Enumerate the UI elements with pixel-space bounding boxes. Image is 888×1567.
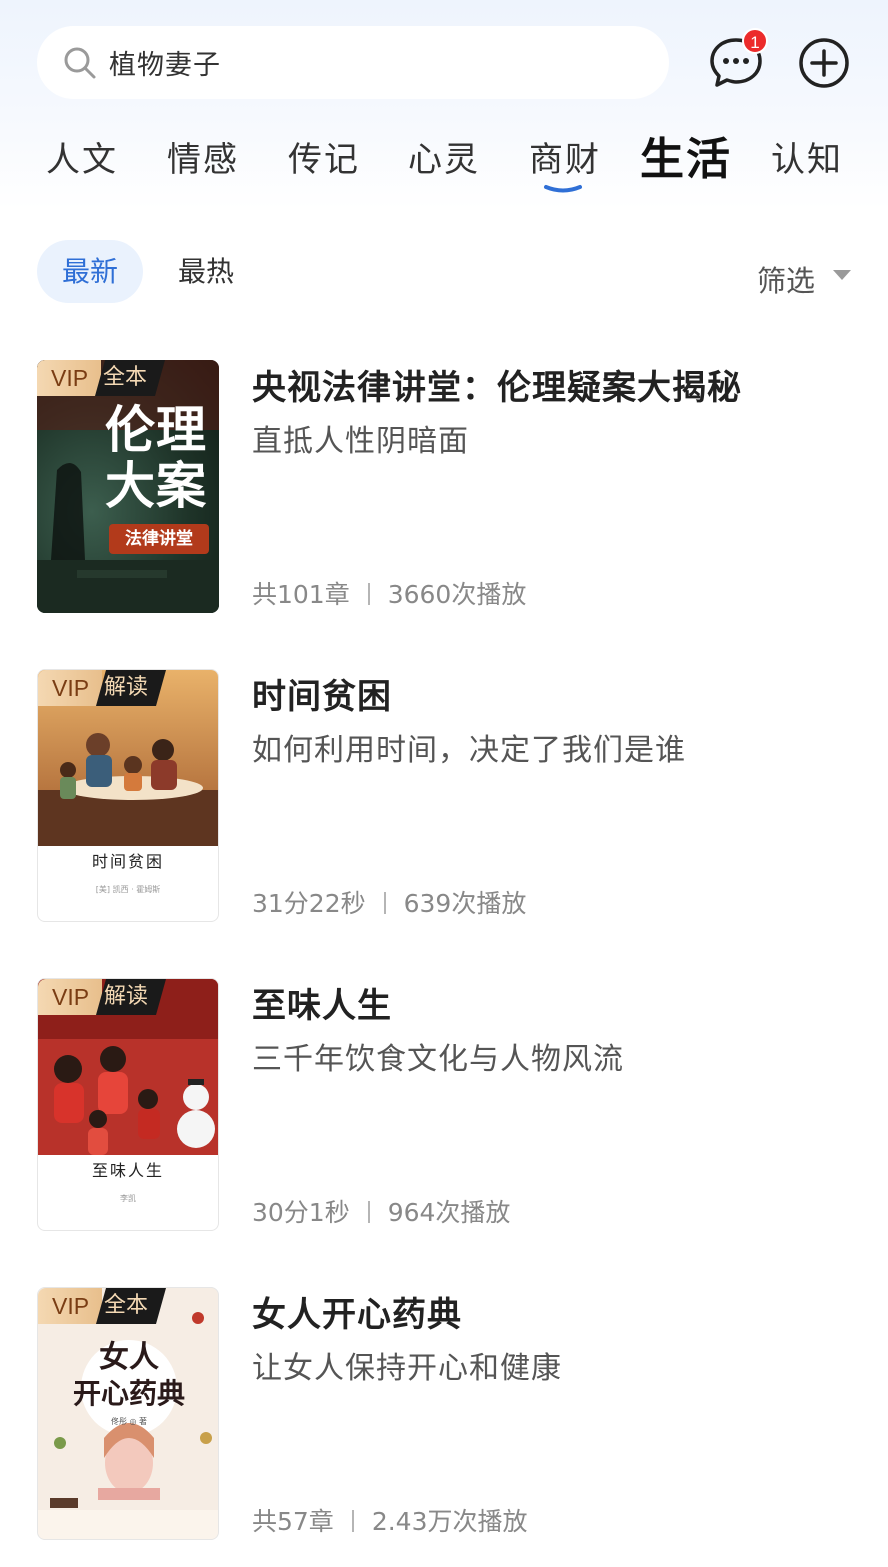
cover-author: 李凯 xyxy=(120,1194,136,1203)
tab-shangcai[interactable]: 商财 xyxy=(529,132,601,181)
item-plays: 3660次播放 xyxy=(387,580,527,609)
tab-renzhi[interactable]: 认知 xyxy=(771,132,843,181)
tab-shenghuo[interactable]: 生活 xyxy=(640,123,732,187)
cover-title: 至味人生 xyxy=(91,1161,164,1180)
sort-row: 最新 最热 筛选 xyxy=(0,240,888,304)
item-title: 央视法律讲堂：伦理疑案大揭秘 xyxy=(252,368,742,408)
item-title: 女人开心药典 xyxy=(252,1295,462,1335)
filter-button[interactable]: 筛选 xyxy=(757,258,815,300)
item-subtitle: 如何利用时间，决定了我们是谁 xyxy=(252,733,686,768)
item-subtitle: 让女人保持开心和健康 xyxy=(252,1351,562,1386)
message-badge: 1 xyxy=(742,28,768,54)
cover-title: 时间贫困 xyxy=(91,852,164,871)
cover-author: 佟彤 ◎ 著 xyxy=(110,1417,148,1426)
item-meta: 31分22秒 639次播放 xyxy=(252,884,526,920)
vip-tag: VIP 解读 xyxy=(38,979,166,1015)
book-cover[interactable]: VIP 全本 女人 开心药典 佟彤 ◎ 著 xyxy=(37,1287,219,1540)
add-icon[interactable] xyxy=(798,37,850,89)
cover-big-title: 女人 xyxy=(99,1340,159,1375)
item-subtitle: 三千年饮食文化与人物风流 xyxy=(252,1042,624,1077)
cover-author: [美] 凯西 · 霍姆斯 xyxy=(95,885,161,894)
list-item[interactable]: VIP 全本 伦理 大案 法律讲堂 央视法律讲堂：伦理疑案大揭秘 直抵人性阴暗面… xyxy=(0,360,888,615)
meta-divider xyxy=(367,1201,370,1223)
meta-divider xyxy=(367,583,370,605)
cover-big-title: 伦理 xyxy=(105,400,207,459)
item-plays: 2.43万次播放 xyxy=(371,1507,528,1536)
search-bar[interactable]: 植物妻子 xyxy=(37,26,669,99)
tab-xinling[interactable]: 心灵 xyxy=(408,132,480,181)
list-item[interactable]: VIP 全本 女人 开心药典 佟彤 ◎ 著 女人开心药典 让女人保持开心和健康 … xyxy=(0,1287,888,1542)
cover-illustration xyxy=(38,1312,218,1539)
item-meta: 共101章 3660次播放 xyxy=(252,575,526,611)
vip-tag: VIP 全本 xyxy=(37,360,165,396)
item-plays: 964次播放 xyxy=(387,1198,511,1227)
item-duration: 共57章 xyxy=(252,1507,334,1536)
item-subtitle: 直抵人性阴暗面 xyxy=(252,424,469,459)
search-icon xyxy=(64,47,96,78)
item-meta: 30分1秒 964次播放 xyxy=(252,1193,510,1229)
cover-big-title: 大案 xyxy=(105,456,207,515)
sort-hottest-button[interactable]: 最热 xyxy=(178,240,234,303)
item-duration: 31分22秒 xyxy=(252,889,366,918)
meta-divider xyxy=(351,1510,354,1532)
item-title: 至味人生 xyxy=(252,986,392,1026)
item-duration: 30分1秒 xyxy=(252,1198,350,1227)
search-query: 植物妻子 xyxy=(109,50,221,81)
vip-tag: VIP 解读 xyxy=(38,670,166,706)
tab-indicator xyxy=(544,185,582,193)
vip-tag: VIP 全本 xyxy=(38,1288,166,1324)
category-tabs: 人文 情感 传记 心灵 商财 生活 认知 xyxy=(0,120,888,200)
book-cover[interactable]: VIP 解读 至味人生 李凯 xyxy=(37,978,219,1231)
sort-latest-button[interactable]: 最新 xyxy=(37,240,143,303)
item-duration: 共101章 xyxy=(252,580,350,609)
list-item[interactable]: VIP 解读 至味人生 李凯 至味人生 三千年饮食文化与人物风流 30分1秒 96… xyxy=(0,978,888,1233)
tab-zhuanji[interactable]: 传记 xyxy=(288,132,360,181)
tab-qinggan[interactable]: 情感 xyxy=(167,132,239,181)
book-cover[interactable]: VIP 解读 时间贫困 [美] 凯西 · 霍姆斯 xyxy=(37,669,219,922)
item-meta: 共57章 2.43万次播放 xyxy=(252,1502,527,1538)
meta-divider xyxy=(383,892,386,914)
book-cover[interactable]: VIP 全本 伦理 大案 法律讲堂 xyxy=(37,360,219,613)
item-plays: 639次播放 xyxy=(403,889,527,918)
item-title: 时间贫困 xyxy=(252,677,392,717)
cover-big-title: 开心药典 xyxy=(72,1377,185,1410)
tab-renwen[interactable]: 人文 xyxy=(46,132,118,181)
cover-badge: 法律讲堂 xyxy=(109,524,209,554)
list-item[interactable]: VIP 解读 时间贫困 [美] 凯西 · 霍姆斯 时间贫困 如何利用时间，决定了… xyxy=(0,669,888,924)
caret-down-icon xyxy=(833,270,851,280)
